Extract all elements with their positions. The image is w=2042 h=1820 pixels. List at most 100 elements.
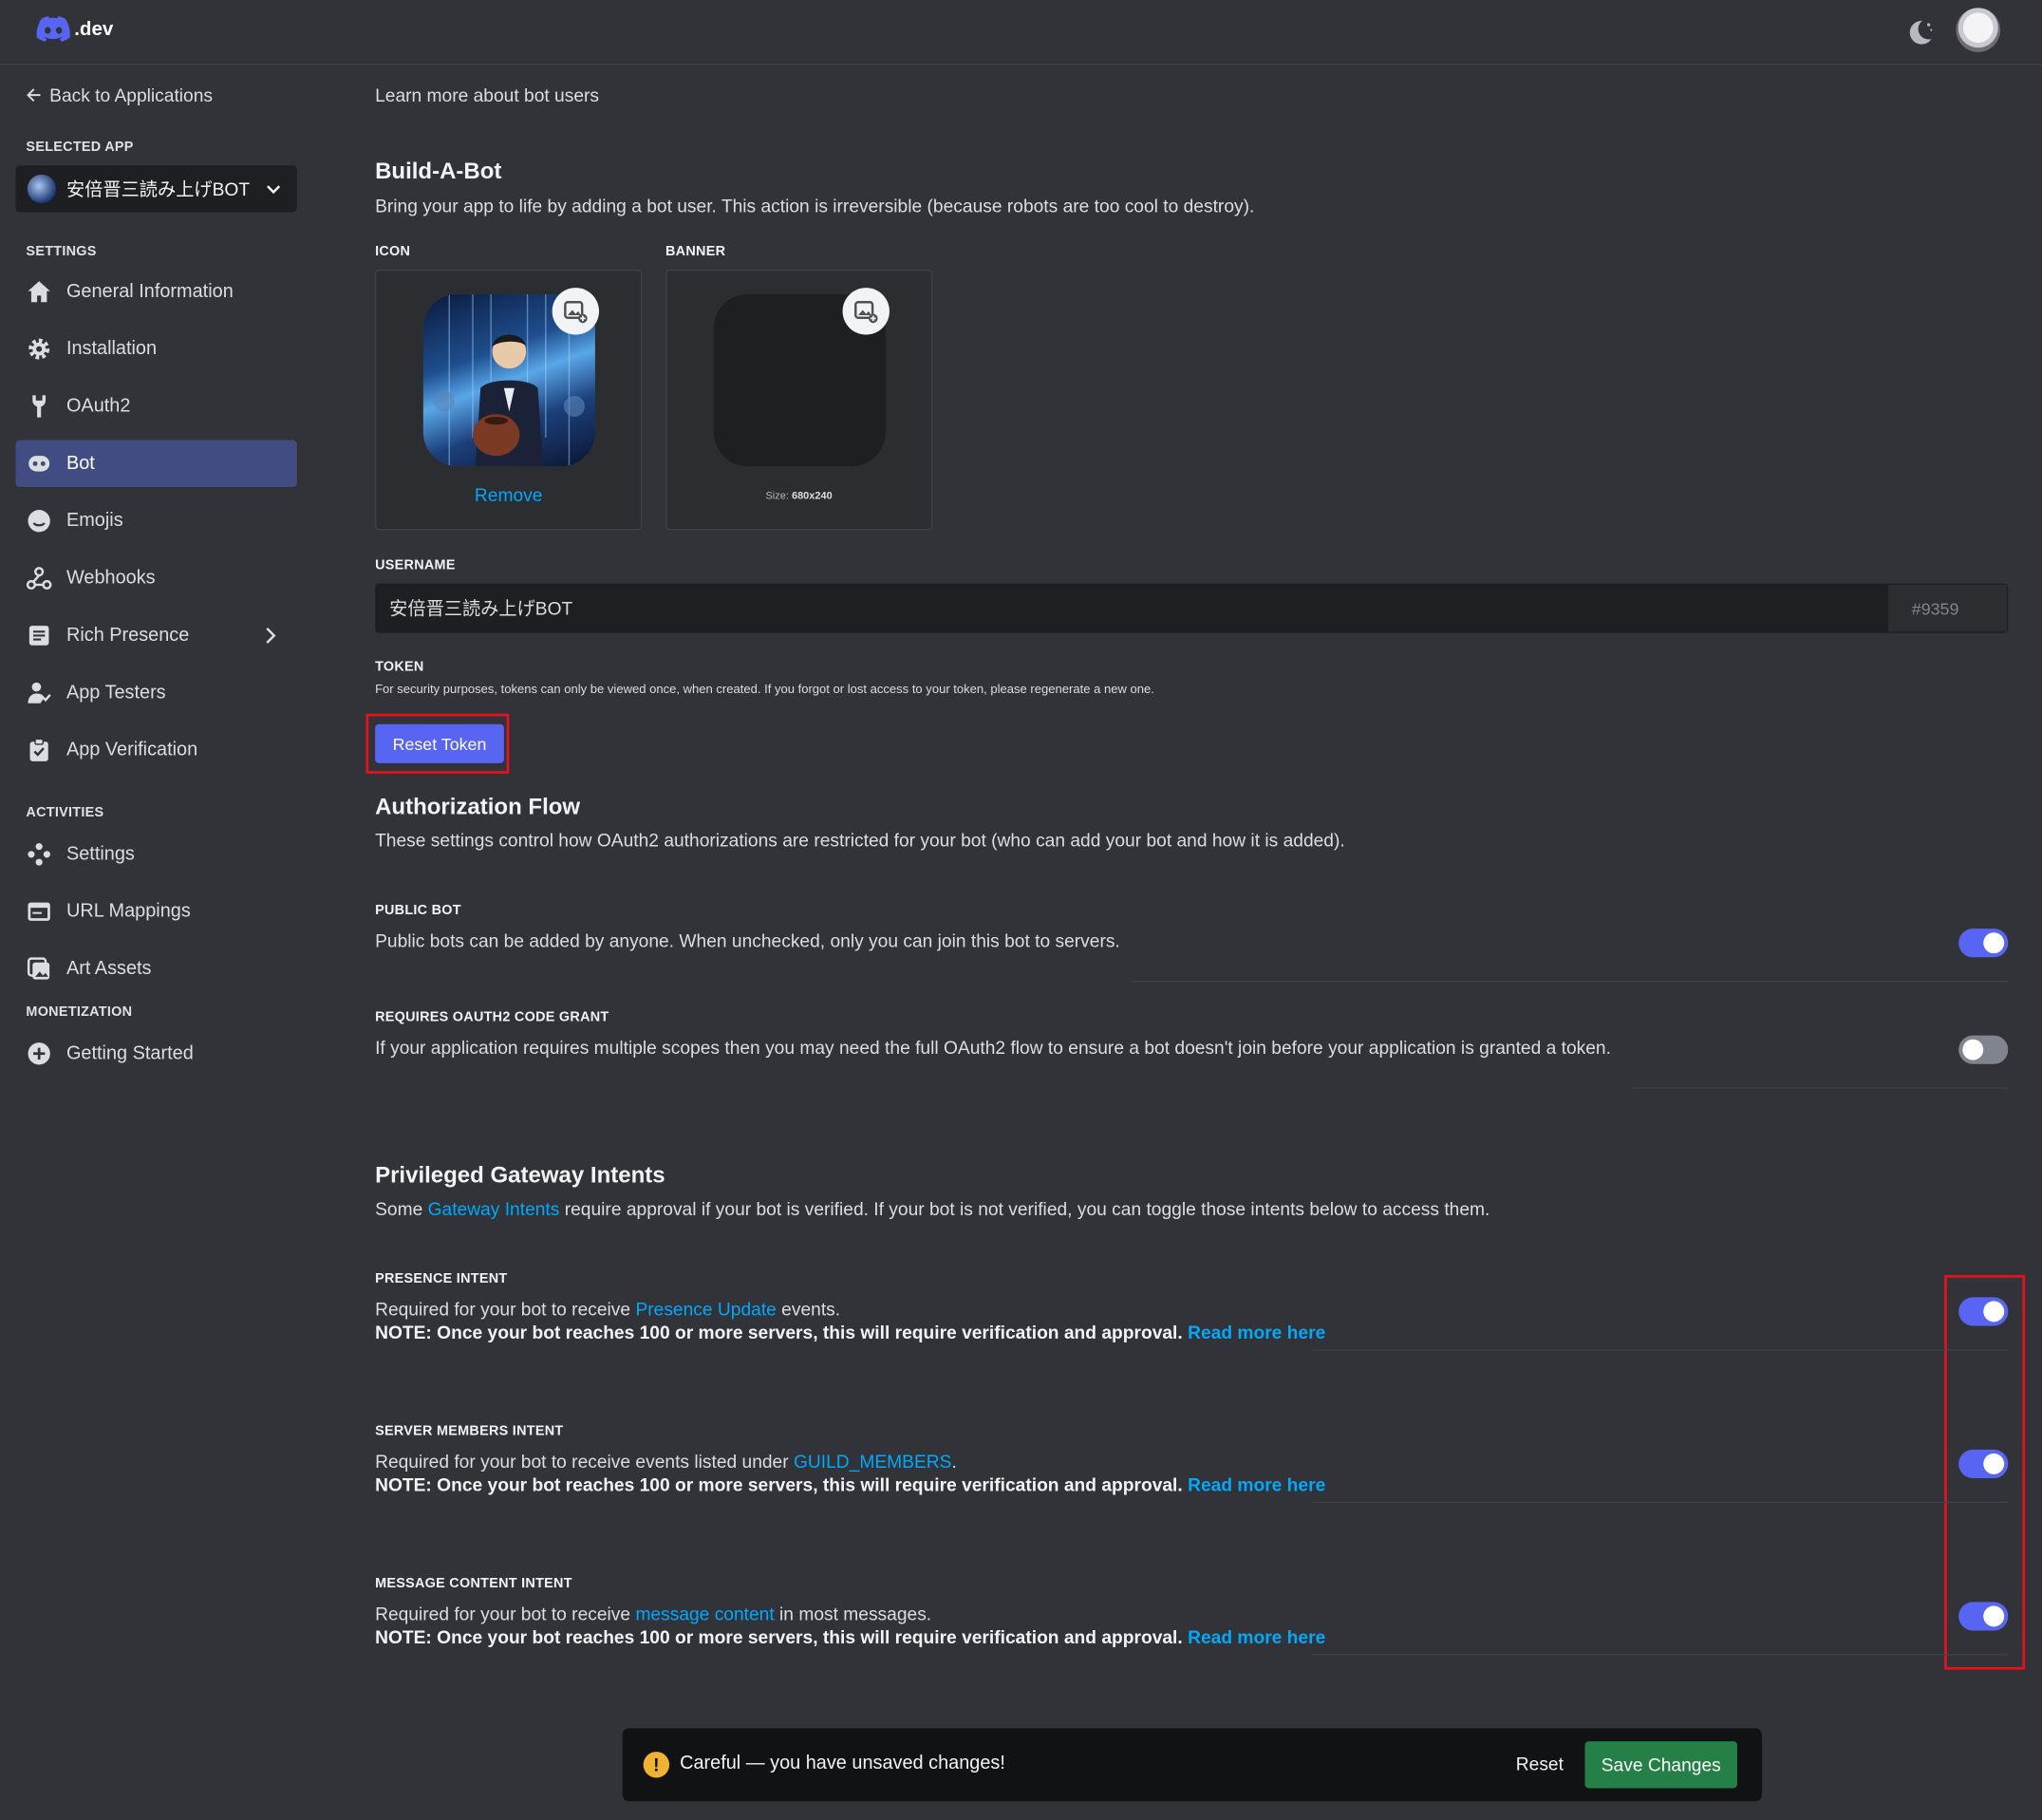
presence-intent-toggle[interactable] [1958,1297,2009,1326]
sidebar-item-label: Getting Started [66,1042,194,1064]
divider [1631,1087,2009,1089]
gateway-intents-link[interactable]: Gateway Intents [428,1198,560,1219]
learn-more-link[interactable]: Learn more about bot users [375,84,599,105]
gamepad-icon [28,843,50,866]
image-add-icon [564,301,588,324]
webhook-icon [26,567,52,591]
note-text: NOTE: Once your bot reaches 100 or more … [375,1473,1183,1495]
sidebar-item-label: General Information [66,281,234,303]
read-more-link[interactable]: Read more here [1188,1474,1325,1495]
sidebar-item-label: Webhooks [66,568,156,590]
sidebar-item-art-assets[interactable]: Art Assets [15,946,296,992]
authorization-flow-title: Authorization Flow [375,793,581,819]
back-label: Back to Applications [49,84,214,106]
message-content-link[interactable]: message content [635,1604,774,1624]
chevron-down-icon [267,185,281,195]
app-selector[interactable]: 安倍晋三読み上げBOT [15,165,297,213]
sidebar-item-installation[interactable]: Installation [15,326,296,372]
read-more-link[interactable]: Read more here [1188,1322,1325,1342]
back-to-applications-link[interactable]: Back to Applications [26,84,213,105]
remove-icon-link[interactable]: Remove [376,484,640,505]
privileged-intents-title: Privileged Gateway Intents [375,1161,665,1189]
clipboard-check-icon [29,738,48,761]
discord-dev-logo[interactable]: .dev [36,15,113,42]
code-grant-toggle[interactable] [1958,1035,2009,1064]
top-bar: .dev [0,0,2042,66]
sidebar-item-label: App Verification [66,740,198,761]
app-avatar [27,174,56,204]
message-content-intent-toggle[interactable] [1958,1602,2009,1631]
banner-label: BANNER [665,243,726,259]
sidebar-item-activity-settings[interactable]: Settings [15,831,296,877]
images-icon [27,957,50,980]
activities-label: ACTIVITIES [26,804,104,821]
sidebar-item-rich-presence[interactable]: Rich Presence [15,612,296,659]
text-segment: . [951,1451,957,1473]
document-icon [28,626,49,646]
monetization-label: MONETIZATION [26,1004,133,1021]
divider [1312,1501,2009,1504]
note-text: NOTE: Once your bot reaches 100 or more … [375,1322,1183,1343]
sidebar-item-app-verification[interactable]: App Verification [15,726,296,773]
read-more-link[interactable]: Read more here [1188,1626,1325,1647]
sidebar-item-getting-started[interactable]: Getting Started [15,1030,296,1077]
message-content-intent-note: NOTE: Once your bot reaches 100 or more … [375,1626,1325,1647]
code-grant-label: REQUIRES OAUTH2 CODE GRANT [375,1009,609,1025]
privileged-intents-description: Some Gateway Intents require approval if… [375,1198,1489,1219]
sidebar-item-webhooks[interactable]: Webhooks [15,554,296,601]
public-bot-toggle[interactable] [1958,929,2009,958]
guild-members-link[interactable]: GUILD_MEMBERS [794,1451,951,1472]
sidebar-item-label: Rich Presence [66,625,190,647]
username-input[interactable] [376,584,1889,632]
sidebar-item-general-information[interactable]: General Information [15,269,296,315]
presence-intent-note: NOTE: Once your bot reaches 100 or more … [375,1322,1325,1342]
sidebar-item-label: Installation [66,338,158,360]
sidebar-item-oauth2[interactable]: OAuth2 [15,383,296,429]
banner-uploader[interactable]: Size: 680x240 [665,269,933,531]
server-members-intent-toggle[interactable] [1958,1449,2009,1478]
token-description: For security purposes, tokens can only b… [375,682,1154,697]
warning-icon: ! [643,1752,670,1778]
discord-logo-icon [36,16,70,42]
reset-token-button[interactable]: Reset Token [375,723,504,763]
sidebar-item-label: Settings [66,843,135,865]
user-avatar[interactable] [1956,8,2001,52]
presence-intent-label: PRESENCE INTENT [375,1270,508,1287]
code-grant-description: If your application requires multiple sc… [375,1036,1611,1058]
server-members-intent-note: NOTE: Once your bot reaches 100 or more … [375,1474,1325,1495]
moon-icon[interactable] [1904,17,1936,48]
sidebar-item-app-testers[interactable]: App Testers [15,669,296,716]
sidebar-item-bot[interactable]: Bot [15,440,297,488]
server-members-intent-description: Required for your bot to receive events … [375,1451,957,1472]
text-segment: Some [375,1198,423,1220]
bot-icon [28,456,50,472]
reset-button[interactable]: Reset [1516,1753,1564,1773]
app-name: 安倍晋三読み上げBOT [66,178,251,199]
text-segment: Required for your bot to receive [375,1298,631,1320]
username-field: #9359 [375,583,2009,633]
text-segment: in most messages. [779,1603,932,1624]
icon-label: ICON [375,243,411,259]
chevron-right-icon [266,628,276,644]
wrench-icon [32,395,47,418]
settings-label: SETTINGS [26,243,97,259]
divider [1312,1654,2009,1656]
unsaved-changes-notice: ! Careful — you have unsaved changes! Re… [622,1728,1763,1802]
save-changes-button[interactable]: Save Changes [1584,1741,1737,1789]
gear-icon [28,338,50,360]
divider [1312,1349,2009,1351]
icon-uploader[interactable]: Remove [375,269,643,531]
text-segment: require approval if your bot is verified… [564,1198,1490,1220]
sidebar-item-emojis[interactable]: Emojis [15,497,296,544]
edit-banner-button[interactable] [842,288,890,335]
sidebar-item-label: Emojis [66,510,123,532]
edit-icon-button[interactable] [552,288,600,335]
token-label: TOKEN [375,659,424,675]
presence-intent-description: Required for your bot to receive Presenc… [375,1299,840,1320]
sidebar-item-url-mappings[interactable]: URL Mappings [15,889,296,935]
presence-update-link[interactable]: Presence Update [635,1299,776,1320]
divider [1132,980,2009,983]
server-members-intent-label: SERVER MEMBERS INTENT [375,1423,564,1439]
browser-icon [28,902,50,921]
public-bot-label: PUBLIC BOT [375,902,461,919]
